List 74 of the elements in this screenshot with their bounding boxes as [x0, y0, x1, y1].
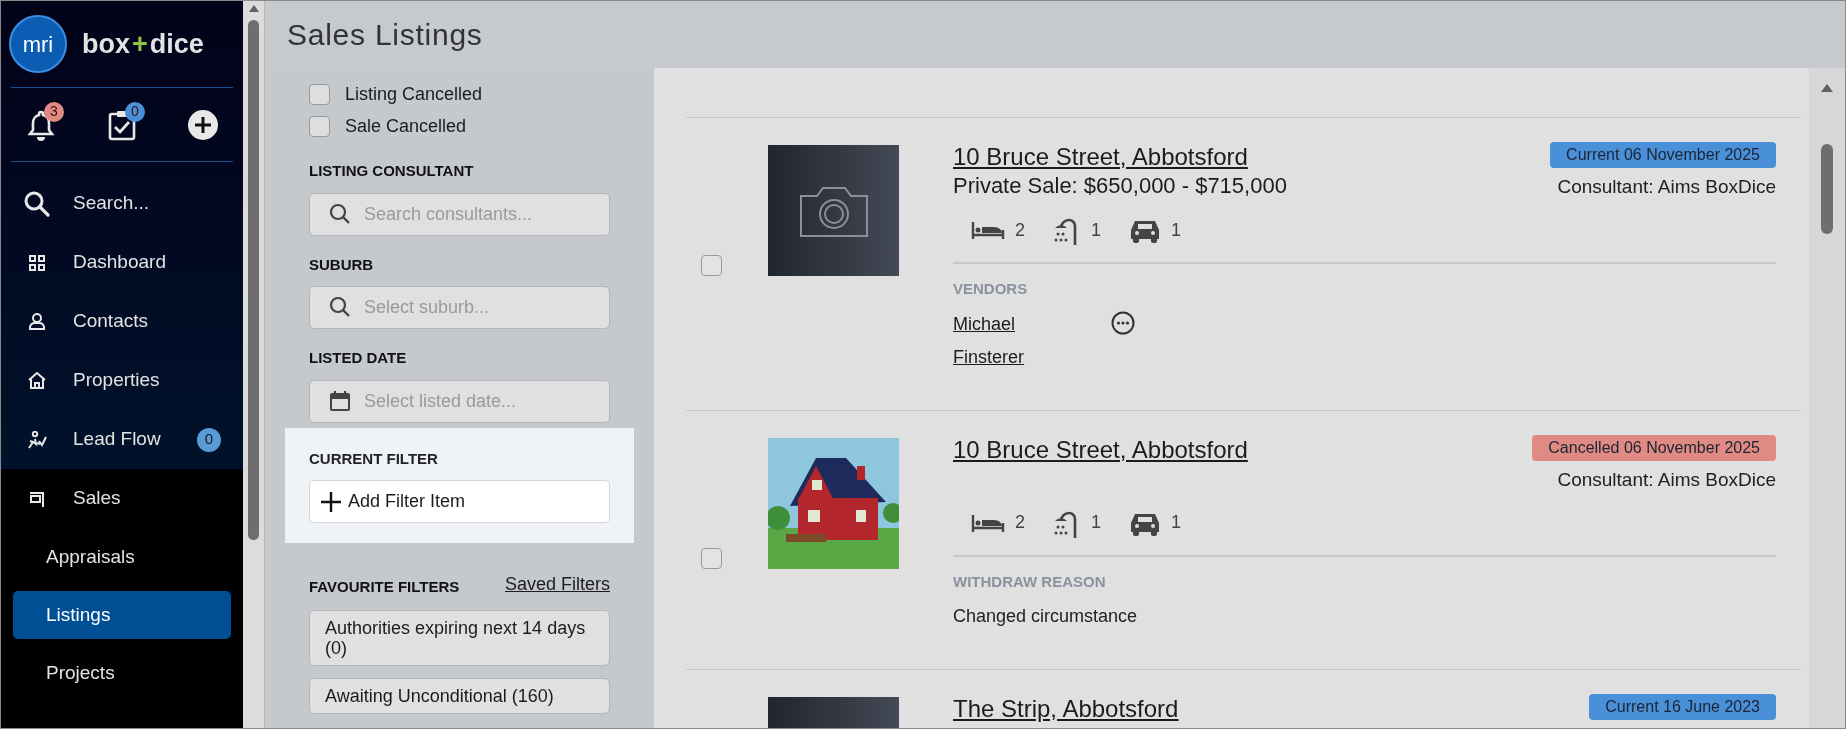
nav-item[interactable]: Contacts — [1, 292, 243, 351]
person-icon[interactable] — [29, 313, 45, 330]
status-badge: Current 06 November 2025 — [1550, 142, 1776, 168]
nav-item[interactable]: Search... — [1, 174, 243, 233]
nav-item[interactable]: Properties — [1, 351, 243, 410]
checkbox-label: Listing Cancelled — [345, 82, 483, 106]
nav-item[interactable]: Projects — [13, 649, 231, 697]
consultant-name: Consultant: Aims BoxDice — [1557, 175, 1776, 199]
brand-wordmark: box+dice — [82, 27, 204, 61]
vendor-name-link[interactable]: Finsterer — [953, 343, 1024, 371]
section-heading: LISTING CONSULTANT — [309, 161, 475, 181]
section-heading: WITHDRAW REASON — [953, 571, 1107, 592]
section-heading: SUBURB — [309, 254, 375, 275]
saved-filters-link[interactable]: Saved Filters — [504, 571, 610, 598]
checkbox[interactable] — [309, 115, 330, 137]
checkbox[interactable] — [701, 547, 722, 569]
withdraw-reason: Changed circumstance — [953, 605, 1139, 628]
consultant-name: Consultant: Aims BoxDice — [1557, 467, 1776, 492]
listing-address-link[interactable]: 10 Bruce Street, Abbotsford — [953, 434, 1248, 465]
search-icon[interactable] — [23, 189, 51, 218]
listing-address-link[interactable]: The Strip, Abbotsford — [953, 694, 1179, 724]
favourite-filter[interactable]: Awaiting Unconditional (160) — [309, 678, 610, 714]
favourite-filter[interactable]: Authorities expiring next 14 days (0) — [309, 610, 610, 666]
bed-icon — [971, 512, 1005, 533]
section-heading: VENDORS — [953, 279, 1029, 299]
logo-badge: mri — [9, 15, 67, 73]
bell-button[interactable]: 3 — [21, 104, 61, 145]
listing-address-link[interactable]: 10 Bruce Street, Abbotsford — [953, 142, 1287, 172]
bed-icon — [971, 220, 1005, 240]
search-field[interactable]: Select suburb... — [309, 286, 610, 329]
date-field[interactable]: Select listed date... — [309, 379, 610, 423]
bedroom-count: 2 — [1015, 218, 1025, 242]
count-badge: 0 — [125, 101, 145, 122]
bathroom-count: 1 — [1091, 511, 1102, 534]
scrollbar-thumb[interactable] — [248, 20, 259, 540]
nav-item[interactable]: Sales — [1, 469, 243, 528]
bedroom-count: 2 — [1015, 511, 1025, 534]
scrollbar-thumb[interactable] — [1821, 144, 1833, 234]
sign-icon[interactable] — [29, 490, 45, 507]
more-options-icon[interactable] — [1111, 310, 1135, 335]
checkbox[interactable] — [309, 83, 330, 105]
status-badge: Current 16 June 2023 — [1589, 694, 1776, 720]
checkbox[interactable] — [701, 255, 722, 276]
plus-icon — [320, 490, 342, 513]
nav-item[interactable]: Appraisals — [13, 533, 231, 581]
tasks-button[interactable]: 0 — [102, 104, 142, 145]
add-filter-button[interactable]: Add Filter Item — [309, 480, 610, 523]
section-heading: LISTED DATE — [309, 348, 408, 368]
count-badge: 0 — [197, 427, 221, 452]
page-title: Sales Listings — [287, 17, 483, 53]
section-heading: FAVOURITE FILTERS — [309, 576, 460, 597]
section-heading: CURRENT FILTER — [309, 448, 439, 469]
listing-price: Private Sale: $650,000 - $715,000 — [953, 172, 1287, 200]
nav-item[interactable]: Listings — [13, 591, 231, 639]
search-icon — [329, 296, 351, 318]
bathroom-count: 1 — [1091, 218, 1102, 242]
count-badge: 3 — [44, 101, 64, 122]
calendar-icon — [329, 389, 351, 412]
search-field[interactable]: Search consultants... — [309, 192, 610, 236]
grid-icon[interactable] — [29, 254, 45, 271]
status-badge: Cancelled 06 November 2025 — [1532, 434, 1776, 461]
house-icon[interactable] — [28, 372, 46, 389]
list-scrollbar[interactable] — [1809, 68, 1845, 728]
nav-item[interactable]: Lead Flow 0 — [1, 410, 243, 469]
search-icon — [329, 202, 351, 225]
checkbox-label: Sale Cancelled — [345, 114, 467, 138]
scroll-up-icon[interactable] — [1821, 84, 1833, 92]
nav-item[interactable]: Dashboard — [1, 233, 243, 292]
scroll-up-icon[interactable] — [248, 5, 259, 12]
vendor-name-link[interactable]: Michael — [953, 310, 1016, 338]
parking-count: 1 — [1171, 218, 1182, 242]
parking-count: 1 — [1171, 511, 1182, 534]
sidebar-scrollbar[interactable] — [243, 1, 265, 728]
person-check-icon[interactable] — [27, 430, 47, 449]
